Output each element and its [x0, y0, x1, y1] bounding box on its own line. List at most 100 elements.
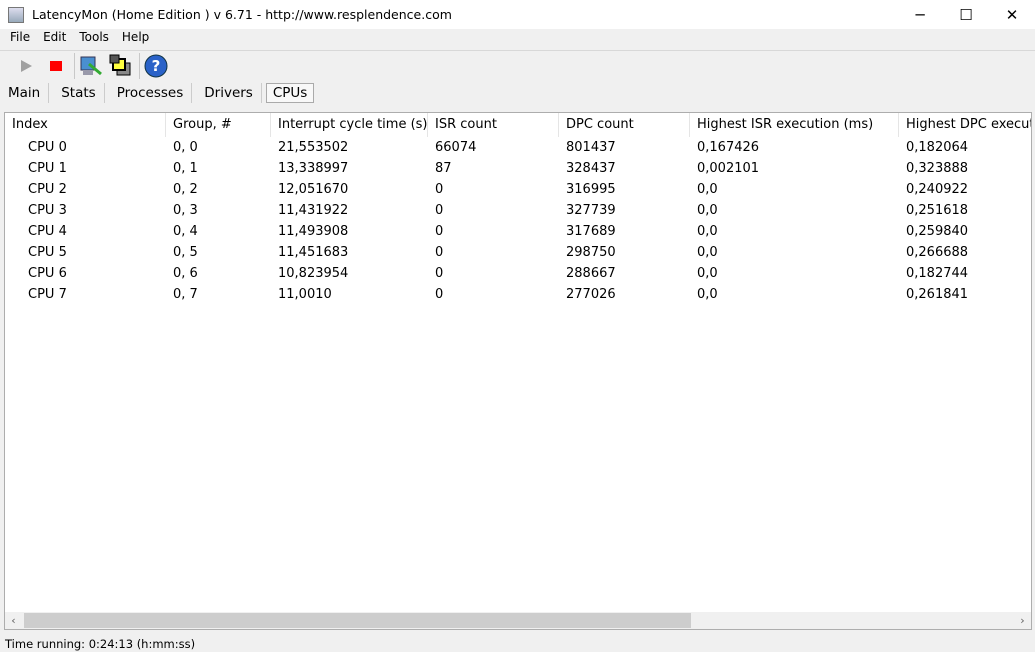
table-cell: 0, 3: [173, 203, 198, 218]
table-cell: 288667: [566, 266, 616, 281]
table-cell: 0,182064: [906, 140, 969, 155]
table-cell: 0,0: [697, 224, 718, 239]
table-cell: 316995: [566, 182, 616, 197]
tab-main[interactable]: Main: [0, 83, 50, 103]
help-button[interactable]: ?: [144, 54, 168, 78]
table-cell: 21,553502: [278, 140, 349, 155]
menu-file[interactable]: File: [8, 30, 32, 48]
toolbar: ?: [0, 50, 1035, 80]
scroll-right-icon[interactable]: ›: [1014, 612, 1031, 629]
table-row[interactable]: CPU 1 0, 1 13,338997 87 328437 0,002101 0,3238…: [5, 158, 1031, 179]
table-cell: 0,002101: [697, 161, 760, 176]
table-cell: 0: [435, 266, 444, 281]
table-cell: 328437: [566, 161, 616, 176]
menu-edit[interactable]: Edit: [41, 30, 68, 48]
table-cell: 0,0: [697, 266, 718, 281]
table-cell: 277026: [566, 287, 616, 302]
scrollbar-thumb[interactable]: [24, 613, 691, 628]
stop-icon: [50, 60, 62, 71]
monitor-icon: [80, 56, 102, 75]
table-row[interactable]: CPU 6 0, 6 10,823954 0 288667 0,0 0,182744: [5, 263, 1031, 284]
table-cell: 0, 2: [173, 182, 198, 197]
title-bar: LatencyMon (Home Edition ) v 6.71 - http…: [0, 0, 1035, 29]
table-row[interactable]: CPU 7 0, 7 11,0010 0 277026 0,0 0,261841: [5, 284, 1031, 305]
table-cell: CPU 5: [28, 245, 67, 260]
minimize-button[interactable]: ─: [897, 0, 943, 29]
table-cell: CPU 0: [28, 140, 67, 155]
table-row[interactable]: CPU 4 0, 4 11,493908 0 317689 0,0 0,259840: [5, 221, 1031, 242]
scroll-left-icon[interactable]: ‹: [5, 612, 22, 629]
table-cell: 0,167426: [697, 140, 760, 155]
table-cell: 0: [435, 182, 444, 197]
table-cell: 0, 5: [173, 245, 198, 260]
column-header[interactable]: ISR count: [428, 113, 559, 137]
table-cell: 11,431922: [278, 203, 349, 218]
monitor-button[interactable]: [79, 54, 103, 78]
column-header[interactable]: Highest DPC execution (ms): [899, 113, 1031, 137]
tab-drivers[interactable]: Drivers: [196, 83, 262, 103]
table-cell: 0,182744: [906, 266, 969, 281]
toolbar-separator: [74, 52, 75, 79]
tab-stats[interactable]: Stats: [53, 83, 105, 103]
close-button[interactable]: ✕: [989, 0, 1035, 29]
table-cell: CPU 3: [28, 203, 67, 218]
table-cell: 10,823954: [278, 266, 349, 281]
table-cell: 0,259840: [906, 224, 969, 239]
column-header[interactable]: Interrupt cycle time (s): [271, 113, 428, 137]
table-cell: 66074: [435, 140, 477, 155]
table-row[interactable]: CPU 0 0, 0 21,553502 66074 801437 0,167426 0,1…: [5, 137, 1031, 158]
app-icon: [8, 6, 24, 23]
column-header[interactable]: Group, #: [166, 113, 271, 137]
table-cell: 801437: [566, 140, 616, 155]
table-cell: CPU 2: [28, 182, 67, 197]
tab-processes[interactable]: Processes: [109, 83, 193, 103]
maximize-button[interactable]: ☐: [943, 0, 989, 29]
column-header[interactable]: Index: [5, 113, 166, 137]
window-title: LatencyMon (Home Edition ) v 6.71 - http…: [32, 7, 452, 22]
table-cell: 0,323888: [906, 161, 969, 176]
table-cell: 0: [435, 224, 444, 239]
cpu-list[interactable]: Index Group, # Interrupt cycle time (s) ISR…: [4, 112, 1032, 630]
table-cell: 0: [435, 245, 444, 260]
table-cell: 0, 1: [173, 161, 198, 176]
table-row[interactable]: CPU 2 0, 2 12,051670 0 316995 0,0 0,240922: [5, 179, 1031, 200]
table-cell: 0,261841: [906, 287, 969, 302]
table-cell: 0, 0: [173, 140, 198, 155]
play-button[interactable]: [14, 54, 38, 78]
horizontal-scrollbar[interactable]: ‹ ›: [5, 612, 1031, 629]
table-cell: 327739: [566, 203, 616, 218]
stop-button[interactable]: [44, 54, 68, 78]
table-cell: CPU 7: [28, 287, 67, 302]
tab-cpus[interactable]: CPUs: [265, 83, 315, 103]
windows-icon: [109, 54, 131, 75]
table-cell: 0, 4: [173, 224, 198, 239]
table-cell: CPU 4: [28, 224, 67, 239]
table-cell: 11,0010: [278, 287, 332, 302]
table-cell: 0, 6: [173, 266, 198, 281]
table-cell: 87: [435, 161, 452, 176]
table-cell: 12,051670: [278, 182, 349, 197]
table-cell: 0,0: [697, 203, 718, 218]
windows-button[interactable]: [109, 54, 133, 78]
list-header: Index Group, # Interrupt cycle time (s) ISR…: [5, 113, 1031, 137]
tab-bar: Main Stats Processes Drivers CPUs: [0, 80, 318, 106]
table-cell: 11,493908: [278, 224, 349, 239]
menu-bar: File Edit Tools Help: [0, 30, 160, 48]
table-cell: 0,251618: [906, 203, 969, 218]
toolbar-separator: [139, 52, 140, 79]
table-row[interactable]: CPU 5 0, 5 11,451683 0 298750 0,0 0,266688: [5, 242, 1031, 263]
table-cell: 11,451683: [278, 245, 349, 260]
menu-tools[interactable]: Tools: [77, 30, 111, 48]
table-cell: 0: [435, 203, 444, 218]
table-cell: CPU 6: [28, 266, 67, 281]
status-bar: Time running: 0:24:13 (h:mm:ss): [5, 637, 196, 651]
column-header[interactable]: Highest ISR execution (ms): [690, 113, 899, 137]
table-cell: 0,0: [697, 245, 718, 260]
menu-help[interactable]: Help: [120, 30, 151, 48]
help-icon: ?: [144, 54, 168, 77]
table-cell: 0, 7: [173, 287, 198, 302]
table-cell: 0,240922: [906, 182, 969, 197]
column-header[interactable]: DPC count: [559, 113, 690, 137]
table-cell: 298750: [566, 245, 616, 260]
table-row[interactable]: CPU 3 0, 3 11,431922 0 327739 0,0 0,251618: [5, 200, 1031, 221]
